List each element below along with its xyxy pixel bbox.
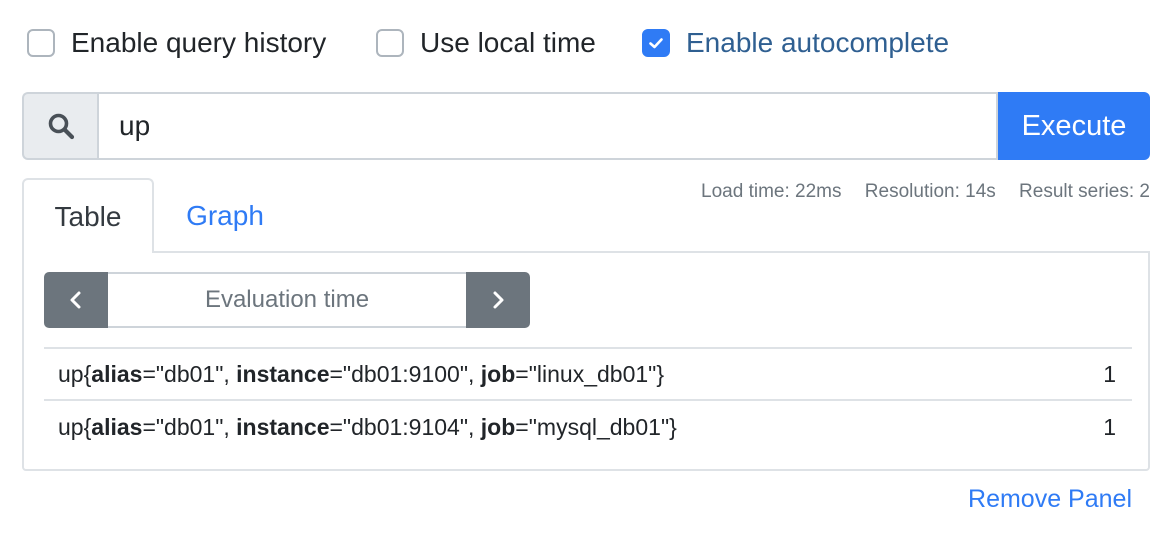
query-history-label: Enable query history xyxy=(71,27,327,58)
previous-time-button[interactable] xyxy=(44,272,108,328)
label-key: alias xyxy=(91,360,143,387)
remove-panel-link[interactable]: Remove Panel xyxy=(968,485,1132,514)
metric-name: up xyxy=(58,413,84,440)
next-time-button[interactable] xyxy=(466,272,530,328)
query-bar: Execute xyxy=(22,92,1150,160)
evaluation-time-control xyxy=(44,272,530,328)
label-value: db01 xyxy=(164,413,216,440)
label-value: db01:9100 xyxy=(351,360,460,387)
local-time-checkbox[interactable] xyxy=(376,29,404,57)
label-value: linux_db01 xyxy=(536,360,649,387)
checkmark-icon xyxy=(649,38,663,49)
label-key: job xyxy=(480,413,516,440)
label-key: instance xyxy=(236,413,330,440)
results-table: up{alias="db01", instance="db01:9100", j… xyxy=(44,347,1132,453)
autocomplete-label: Enable autocomplete xyxy=(686,27,950,58)
table-row: up{alias="db01", instance="db01:9100", j… xyxy=(44,349,1132,401)
expression-input[interactable] xyxy=(97,92,998,160)
resolution-stat: Resolution: 14s xyxy=(864,181,996,202)
result-series-stat: Result series: 2 xyxy=(1019,181,1150,202)
metric-name: up xyxy=(58,360,84,387)
label-key: job xyxy=(480,360,516,387)
local-time-label: Use local time xyxy=(420,27,596,58)
label-value: mysql_db01 xyxy=(536,413,661,440)
query-history-checkbox[interactable] xyxy=(27,29,55,57)
series-label: up{alias="db01", instance="db01:9100", j… xyxy=(58,360,665,387)
table-row: up{alias="db01", instance="db01:9104", j… xyxy=(44,401,1132,453)
use-local-time-option[interactable]: Use local time xyxy=(376,27,596,58)
tab-table[interactable]: Table xyxy=(22,178,154,253)
label-key: instance xyxy=(236,360,330,387)
autocomplete-checkbox[interactable] xyxy=(642,29,670,57)
query-stats: Load time: 22ms Resolution: 14s Result s… xyxy=(683,181,1150,203)
chevron-left-icon xyxy=(70,291,81,309)
load-time-stat: Load time: 22ms xyxy=(701,181,842,202)
search-addon xyxy=(22,92,97,160)
search-icon xyxy=(48,113,74,140)
series-label: up{alias="db01", instance="db01:9104", j… xyxy=(58,413,677,440)
table-panel: up{alias="db01", instance="db01:9100", j… xyxy=(22,251,1150,471)
chevron-right-icon xyxy=(493,291,504,309)
sample-value: 1 xyxy=(1103,413,1116,440)
enable-query-history-option[interactable]: Enable query history xyxy=(27,27,327,58)
label-value: db01:9104 xyxy=(351,413,460,440)
sample-value: 1 xyxy=(1103,360,1116,387)
label-value: db01 xyxy=(164,360,216,387)
enable-autocomplete-option[interactable]: Enable autocomplete xyxy=(642,27,950,58)
tab-graph[interactable]: Graph xyxy=(160,178,290,253)
execute-button[interactable]: Execute xyxy=(998,92,1150,160)
evaluation-time-input[interactable] xyxy=(108,272,466,328)
label-key: alias xyxy=(91,413,143,440)
